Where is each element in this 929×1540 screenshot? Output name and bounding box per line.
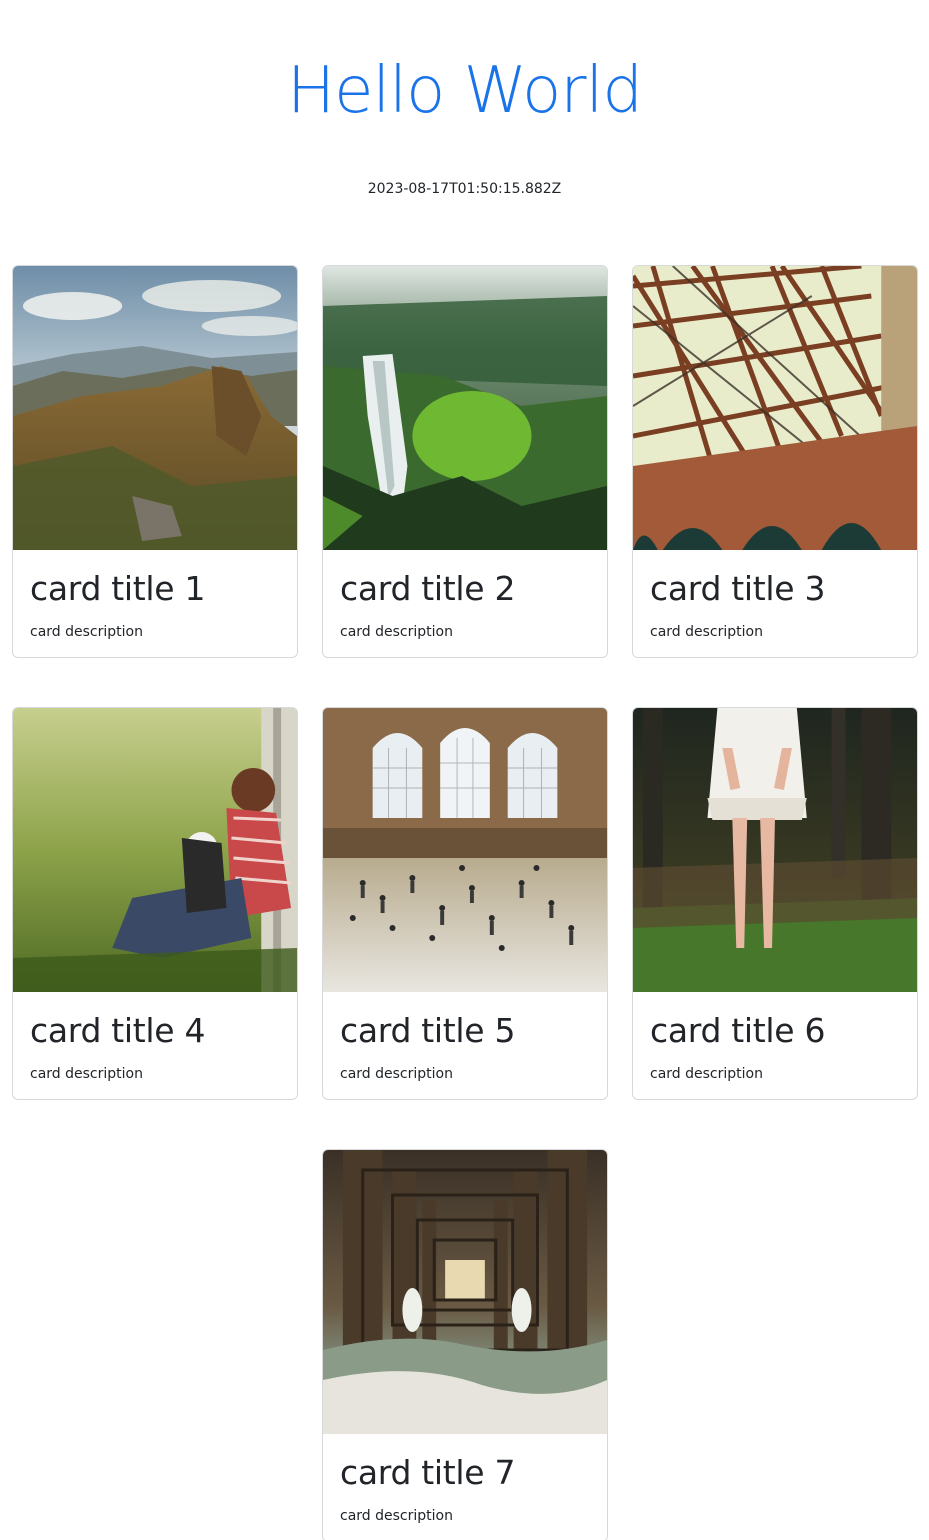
card-6[interactable]: card title 6 card description [632, 707, 918, 1100]
card-title: card title 5 [340, 1011, 516, 1050]
card-image-bridge [633, 266, 917, 550]
card-description: card description [340, 1508, 453, 1524]
card-description: card description [30, 624, 143, 640]
card-4[interactable]: card title 4 card description [12, 707, 298, 1100]
card-description: card description [650, 1066, 763, 1082]
card-image-mountain [13, 266, 297, 550]
page-title: Hello World [287, 54, 643, 128]
card-title: card title 6 [650, 1011, 826, 1050]
card-title: card title 3 [650, 569, 826, 608]
card-title: card title 1 [30, 569, 206, 608]
card-description: card description [650, 624, 763, 640]
card-description: card description [340, 1066, 453, 1082]
card-3[interactable]: card title 3 card description [632, 265, 918, 658]
card-image-man-with-dog [13, 708, 297, 992]
card-1[interactable]: card title 1 card description [12, 265, 298, 658]
card-title: card title 2 [340, 569, 516, 608]
card-title: card title 7 [340, 1453, 516, 1492]
card-2[interactable]: card title 2 card description [322, 265, 608, 658]
card-description: card description [340, 624, 453, 640]
page: Hello World 2023-08-17T01:50:15.882Z car… [0, 0, 929, 1540]
card-description: card description [30, 1066, 143, 1082]
card-image-under-pier [323, 1150, 607, 1434]
card-image-train-station [323, 708, 607, 992]
card-title: card title 4 [30, 1011, 206, 1050]
card-7[interactable]: card title 7 card description [322, 1149, 608, 1540]
timestamp: 2023-08-17T01:50:15.882Z [367, 181, 562, 197]
card-5[interactable]: card title 5 card description [322, 707, 608, 1100]
card-image-woman-in-forest [633, 708, 917, 992]
card-grid: card title 1 card description card title… [12, 265, 918, 1540]
card-image-waterfall [323, 266, 607, 550]
